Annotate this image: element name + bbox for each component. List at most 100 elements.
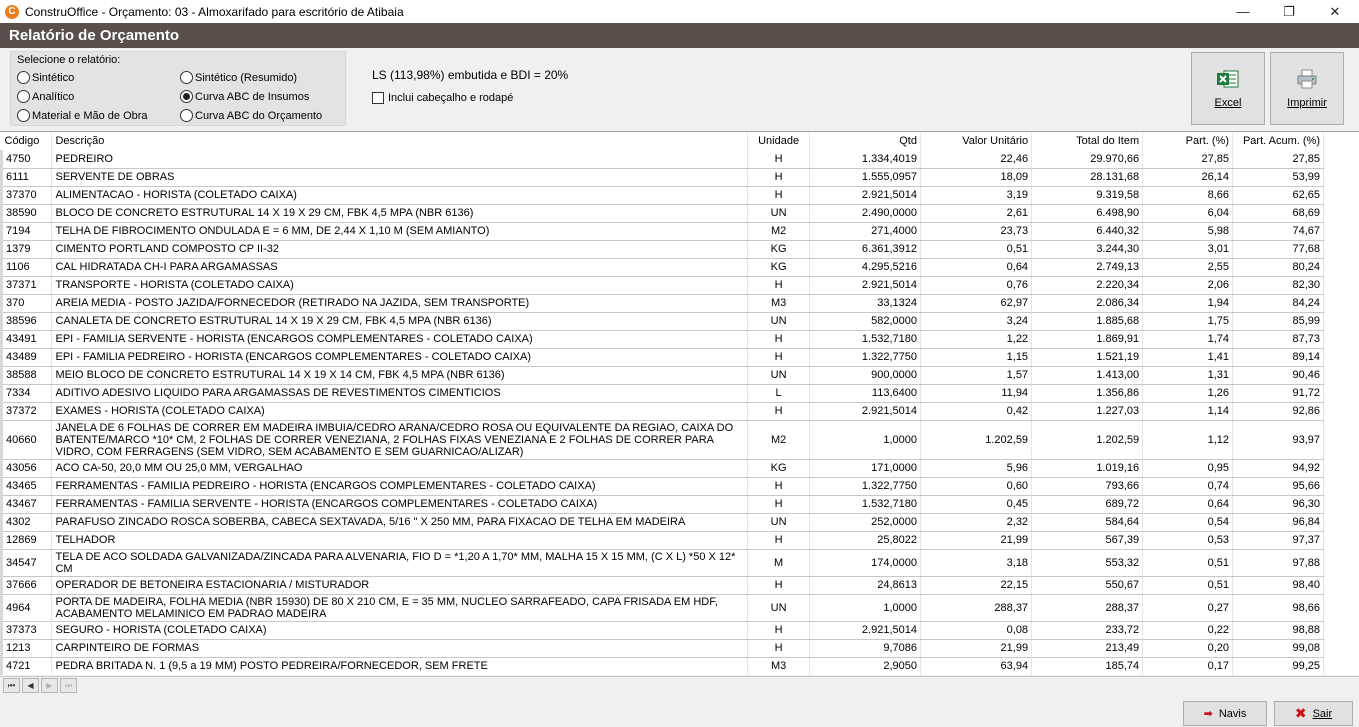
cell-codigo: 43056 (0, 459, 53, 478)
next-record-button[interactable]: ▶ (41, 678, 58, 693)
table-row[interactable]: 38588 MEIO BLOCO DE CONCRETO ESTRUTURAL 1… (0, 366, 1324, 385)
col-header-total-item[interactable]: Total do Item (1031, 132, 1144, 150)
table-row[interactable]: 370 AREIA MEDIA - POSTO JAZIDA/FORNECEDOR… (0, 294, 1324, 313)
table-row[interactable]: 37370 ALIMENTACAO - HORISTA (COLETADO CAI… (0, 186, 1324, 205)
table-row[interactable]: 40660 JANELA DE 6 FOLHAS DE CORRER EM MAD… (0, 420, 1324, 460)
radio-analitico[interactable]: Analítico (17, 90, 74, 103)
report-type-group: Selecione o relatório: Sintético Analíti… (10, 51, 346, 126)
red-x-icon: ✖ (1294, 705, 1307, 721)
app-icon: C (5, 4, 19, 19)
table-row[interactable]: 7194 TELHA DE FIBROCIMENTO ONDULADA E = 6… (0, 222, 1324, 241)
sair-button[interactable]: ✖ Sair (1274, 701, 1353, 726)
close-button[interactable]: ✕ (1312, 0, 1358, 23)
maximize-button[interactable]: ❐ (1266, 0, 1312, 23)
cell-valor-unitario: 1.202,59 (920, 420, 1033, 460)
radio-sintetico-resumido[interactable]: Sintético (Resumido) (180, 71, 297, 84)
radio-circle-icon (17, 90, 30, 103)
last-record-button[interactable]: ⏭ (60, 678, 77, 693)
cell-descricao: TELHADOR (51, 531, 749, 550)
cell-qtd: 1.334,4019 (809, 150, 921, 169)
navis-button[interactable]: ➡ Navis (1183, 701, 1267, 726)
cell-valor-unitario: 21,99 (920, 639, 1033, 658)
col-header-codigo[interactable]: Código (1, 132, 53, 150)
table-row[interactable]: 37371 TRANSPORTE - HORISTA (COLETADO CAIX… (0, 276, 1324, 295)
cell-total-item: 1.413,00 (1031, 366, 1144, 385)
cell-part: 0,74 (1142, 477, 1234, 496)
radio-sintetico[interactable]: Sintético (17, 71, 74, 84)
table-row[interactable]: 43465 FERRAMENTAS - FAMILIA PEDREIRO - HO… (0, 477, 1324, 496)
radio-curva-abc-insumos[interactable]: Curva ABC de Insumos (180, 90, 309, 103)
cell-part-acum: 96,84 (1232, 513, 1324, 532)
table-row[interactable]: 43056 ACO CA-50, 20,0 MM OU 25,0 MM, VERG… (0, 459, 1324, 478)
col-header-part[interactable]: Part. (%) (1142, 132, 1234, 150)
table-row[interactable]: 4750 PEDREIRO H 1.334,4019 22,46 29.970,66 27,… (0, 150, 1324, 169)
cell-qtd: 2.921,5014 (809, 186, 921, 205)
minimize-button[interactable]: — (1220, 0, 1266, 23)
cell-unidade: H (747, 186, 810, 205)
table-row[interactable]: 7334 ADITIVO ADESIVO LIQUIDO PARA ARGAMAS… (0, 384, 1324, 403)
cell-descricao: PORTA DE MADEIRA, FOLHA MEDIA (NBR 15930… (51, 594, 749, 622)
col-header-valor-unitario[interactable]: Valor Unitário (920, 132, 1033, 150)
table-row[interactable]: 1213 CARPINTEIRO DE FORMAS H 9,7086 21,99 213… (0, 639, 1324, 658)
table-row[interactable]: 4302 PARAFUSO ZINCADO ROSCA SOBERBA, CABE… (0, 513, 1324, 532)
radio-selected-icon (180, 90, 193, 103)
table-row[interactable]: 43489 EPI - FAMILIA PEDREIRO - HORISTA (E… (0, 348, 1324, 367)
cell-part: 0,54 (1142, 513, 1234, 532)
report-grid[interactable]: Código Descrição Unidade Qtd Valor Unitá… (0, 131, 1359, 675)
radio-curva-abc-orcamento[interactable]: Curva ABC do Orçamento (180, 109, 322, 122)
excel-icon (1217, 70, 1239, 87)
cell-valor-unitario: 0,45 (920, 495, 1033, 514)
cell-valor-unitario: 2,32 (920, 513, 1033, 532)
cell-part-acum: 96,30 (1232, 495, 1324, 514)
table-row[interactable]: 1379 CIMENTO PORTLAND COMPOSTO CP II-32 KG… (0, 240, 1324, 259)
include-header-checkbox[interactable]: Inclui cabeçalho e rodapé (372, 92, 513, 104)
radio-label: Sintético (32, 71, 75, 84)
radio-material-mao-de-obra[interactable]: Material e Mão de Obra (17, 109, 148, 122)
prev-record-button[interactable]: ◀ (22, 678, 39, 693)
cell-qtd: 271,4000 (809, 222, 921, 241)
cell-qtd: 9,7086 (809, 639, 921, 658)
cell-unidade: UN (747, 513, 810, 532)
print-button[interactable]: Imprimir (1270, 52, 1344, 125)
cell-unidade: H (747, 477, 810, 496)
cell-unidade: M2 (747, 222, 810, 241)
col-header-part-acum[interactable]: Part. Acum. (%) (1232, 132, 1324, 150)
radio-label: Curva ABC do Orçamento (195, 109, 323, 122)
table-row[interactable]: 6111 SERVENTE DE OBRAS H 1.555,0957 18,09 28.… (0, 168, 1324, 187)
cell-descricao: CARPINTEIRO DE FORMAS (51, 639, 749, 658)
col-header-unidade[interactable]: Unidade (747, 132, 810, 150)
excel-button[interactable]: Excel (1191, 52, 1265, 125)
cell-valor-unitario: 3,18 (920, 549, 1033, 577)
cell-part: 27,85 (1142, 150, 1234, 169)
table-row[interactable]: 38590 BLOCO DE CONCRETO ESTRUTURAL 14 X 1… (0, 204, 1324, 223)
table-row[interactable]: 4721 PEDRA BRITADA N. 1 (9,5 a 19 MM) POS… (0, 657, 1324, 675)
table-row[interactable]: 38596 CANALETA DE CONCRETO ESTRUTURAL 14 … (0, 312, 1324, 331)
cell-valor-unitario: 63,94 (920, 657, 1033, 675)
col-header-descricao[interactable]: Descrição (51, 132, 749, 150)
table-row[interactable]: 37372 EXAMES - HORISTA (COLETADO CAIXA) H 2… (0, 402, 1324, 421)
table-row[interactable]: 37373 SEGURO - HORISTA (COLETADO CAIXA) H 2… (0, 621, 1324, 640)
table-row[interactable]: 43467 FERRAMENTAS - FAMILIA SERVENTE - HO… (0, 495, 1324, 514)
cell-part-acum: 90,46 (1232, 366, 1324, 385)
cell-total-item: 213,49 (1031, 639, 1144, 658)
table-row[interactable]: 12869 TELHADOR H 25,8022 21,99 567,39 0,53 97,3… (0, 531, 1324, 550)
cell-descricao: CIMENTO PORTLAND COMPOSTO CP II-32 (51, 240, 749, 259)
cell-valor-unitario: 3,19 (920, 186, 1033, 205)
table-row[interactable]: 43491 EPI - FAMILIA SERVENTE - HORISTA (E… (0, 330, 1324, 349)
table-row[interactable]: 1106 CAL HIDRATADA CH-I PARA ARGAMASSAS KG… (0, 258, 1324, 277)
table-row[interactable]: 37666 OPERADOR DE BETONEIRA ESTACIONARIA … (0, 576, 1324, 595)
first-record-button[interactable]: ⏮ (3, 678, 20, 693)
col-header-qtd[interactable]: Qtd (809, 132, 921, 150)
cell-part: 1,41 (1142, 348, 1234, 367)
table-row[interactable]: 4964 PORTA DE MADEIRA, FOLHA MEDIA (NBR 1… (0, 594, 1324, 622)
cell-qtd: 1.322,7750 (809, 348, 921, 367)
cell-descricao: MEIO BLOCO DE CONCRETO ESTRUTURAL 14 X 1… (51, 366, 749, 385)
window-title: ConstruOffice - Orçamento: 03 - Almoxari… (25, 4, 404, 19)
cell-qtd: 113,6400 (809, 384, 921, 403)
cell-unidade: H (747, 576, 810, 595)
cell-codigo: 7194 (0, 222, 53, 241)
cell-part-acum: 91,72 (1232, 384, 1324, 403)
table-row[interactable]: 34547 TELA DE ACO SOLDADA GALVANIZADA/ZIN… (0, 549, 1324, 577)
cell-valor-unitario: 288,37 (920, 594, 1033, 622)
cell-part-acum: 53,99 (1232, 168, 1324, 187)
